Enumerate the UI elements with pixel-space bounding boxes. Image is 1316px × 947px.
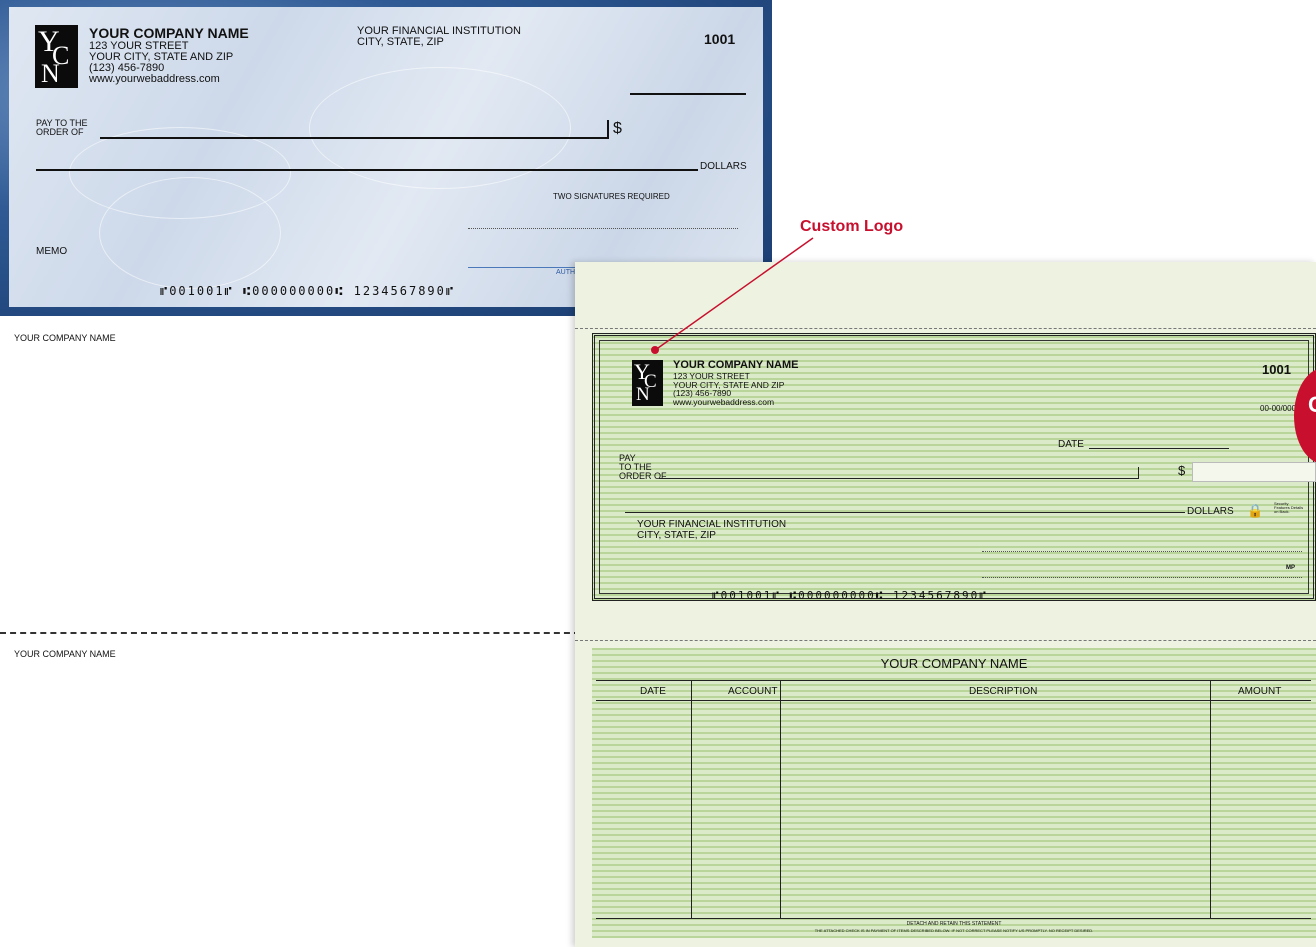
pay-label: PAY TO THE ORDER OF [619,454,667,481]
column-divider [1210,680,1211,918]
pay-line: ORDER OF [619,471,667,481]
stub-footer: DETACH AND RETAIN THIS STATEMENT [906,921,1002,927]
custom-logo-callout: Custom Logo [800,218,904,235]
bank-city: CITY, STATE, ZIP [637,530,716,541]
amount-words-line [625,512,1185,513]
company-name: YOUR COMPANY NAME [673,359,799,371]
stub-table-top [596,680,1311,681]
signature-line [982,551,1302,552]
stub-company-name: YOUR COMPANY NAME [14,649,116,659]
company-address: 123 YOUR STREET YOUR CITY, STATE AND ZIP… [89,41,233,85]
perforation-line [575,640,1316,641]
dollar-sign: $ [1178,463,1186,478]
mp-mark: MP [1286,565,1295,571]
green-check-face: Y C N YOUR COMPANY NAME 123 YOUR STREET … [592,333,1316,602]
amount-words-line [36,169,698,171]
micr-line: ⑈001001⑈ ⑆000000000⑆ 1234567890⑈ [712,589,988,602]
pay-to-line: ORDER OF [36,127,84,137]
date-line [630,93,746,95]
web-line: www.yourwebaddress.com [673,396,775,407]
column-divider [780,680,781,918]
perforation-line [0,632,580,634]
bank-name: YOUR FINANCIAL INSTITUTION [637,519,787,530]
logo-letter: N [41,59,60,88]
routing-fraction: 00-00/000 [1260,404,1297,413]
signature-note: TWO SIGNATURES REQUIRED [553,192,670,201]
payee-line [100,137,608,139]
auth-label: AUTH [556,269,576,276]
stub-footer-note: THE ATTACHED CHECK IS IN PAYMENT OF ITEM… [814,928,1094,933]
column-header: ACCOUNT [728,686,778,697]
company-name: YOUR COMPANY NAME [89,25,249,41]
pay-to-label: PAY TO THE ORDER OF [36,119,88,137]
bank-city: CITY, STATE, ZIP [357,36,444,48]
stub-company-name: YOUR COMPANY NAME [14,333,116,343]
dollar-sign: $ [613,120,622,137]
signature-line [468,228,738,229]
column-header: AMOUNT [1238,686,1282,697]
marble-pattern [99,177,281,289]
stub-table-bottom [596,918,1311,919]
bank-info: YOUR FINANCIAL INSTITUTION CITY, STATE, … [357,26,521,48]
stub-company-name: YOUR COMPANY NAME [880,656,1028,671]
company-address: 123 YOUR STREET YOUR CITY, STATE AND ZIP… [673,372,784,406]
column-header: DESCRIPTION [969,686,1038,697]
dollars-label: DOLLARS [1187,506,1234,517]
column-header: DATE [640,686,666,697]
green-check-sheet: Y C N YOUR COMPANY NAME 123 YOUR STREET … [575,262,1316,947]
company-logo: Y C N [632,359,663,406]
lock-icon: 🔒 [1247,503,1264,518]
payee-line [659,478,1139,479]
check-number: 1001 [704,31,736,47]
feature-badge-text: C [1308,392,1316,417]
amount-box-edge [607,120,609,139]
amount-box-edge [1138,467,1139,479]
micr-line: ⑈001001⑈ ⑆000000000⑆ 1234567890⑈ [160,284,456,298]
amount-box [1192,462,1316,482]
check-stub: YOUR COMPANY NAME DATE ACCOUNT DESCRIPTI… [592,648,1316,938]
memo-label: MEMO [36,246,68,257]
column-divider [691,680,692,918]
company-logo: Y C N [35,25,78,88]
logo-letter: N [636,384,650,405]
signature-line [982,577,1302,578]
date-line [1089,448,1229,449]
dollars-label: DOLLARS [700,161,747,172]
check-number: 1001 [1262,362,1291,377]
stub-table-header-rule [596,700,1311,701]
date-label: DATE [1058,439,1084,450]
perforation-line [575,328,1316,329]
web-line: www.yourwebaddress.com [89,73,220,85]
bank-info: YOUR FINANCIAL INSTITUTION CITY, STATE, … [637,519,786,541]
security-note: Security Features Details on Back. [1274,501,1304,514]
